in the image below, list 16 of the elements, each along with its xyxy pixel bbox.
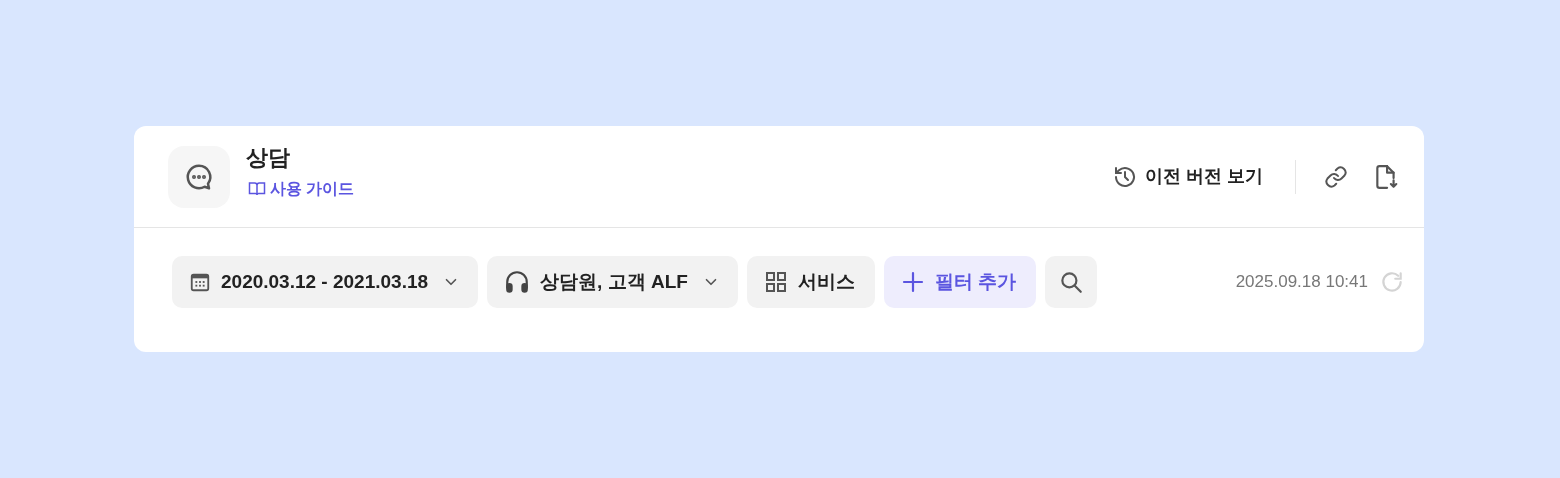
plus-icon [900, 270, 925, 294]
filter-button[interactable]: 서비스 [746, 256, 875, 308]
timestamp: 2025.09.18 10:41 [1235, 271, 1368, 294]
add-filter-button[interactable]: 필터 추가 [883, 256, 1037, 308]
chat-icon [168, 145, 230, 208]
search-button[interactable] [1045, 256, 1098, 308]
filter-button[interactable]: 2020.03.12 - 2021.03.18 [172, 256, 479, 308]
guide-link[interactable]: 사용 가이드 [248, 177, 355, 202]
history-icon [1113, 164, 1137, 189]
grid-icon [763, 270, 788, 294]
calendar-icon [189, 271, 211, 293]
page-title: 상담 [246, 143, 291, 172]
headphones-icon [504, 269, 531, 295]
history-button[interactable]: 이전 버전 보기 [1105, 156, 1271, 197]
filter-button[interactable]: 상담원, 고객 ALF [487, 256, 738, 308]
search-icon [1058, 269, 1085, 295]
